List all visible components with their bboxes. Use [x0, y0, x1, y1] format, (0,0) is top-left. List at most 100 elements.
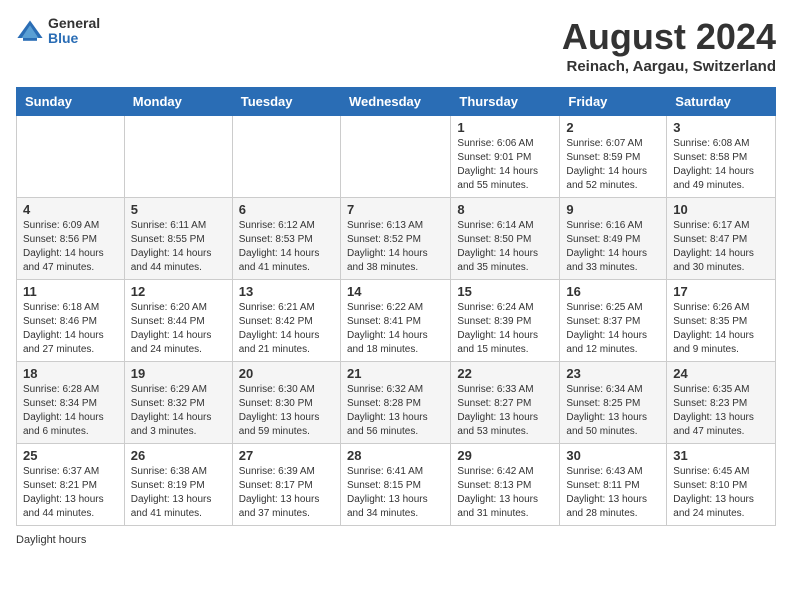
day-number: 30: [566, 448, 660, 463]
day-cell: 13 Sunrise: 6:21 AM Sunset: 8:42 PM Dayli…: [232, 280, 340, 362]
day-number: 24: [673, 366, 769, 381]
day-info: Sunrise: 6:26 AM Sunset: 8:35 PM Dayligh…: [673, 301, 769, 357]
day-info: Sunrise: 6:18 AM Sunset: 8:46 PM Dayligh…: [23, 301, 118, 357]
day-number: 4: [23, 202, 118, 217]
day-number: 13: [239, 284, 334, 299]
logo-general: General: [48, 16, 100, 31]
logo-text: General Blue: [48, 16, 100, 47]
logo-blue: Blue: [48, 31, 100, 46]
day-info: Sunrise: 6:42 AM Sunset: 8:13 PM Dayligh…: [457, 465, 553, 521]
day-cell: 8 Sunrise: 6:14 AM Sunset: 8:50 PM Daylig…: [451, 198, 560, 280]
day-info: Sunrise: 6:11 AM Sunset: 8:55 PM Dayligh…: [131, 219, 226, 275]
day-cell: 30 Sunrise: 6:43 AM Sunset: 8:11 PM Dayli…: [560, 444, 667, 526]
day-info: Sunrise: 6:13 AM Sunset: 8:52 PM Dayligh…: [347, 219, 444, 275]
day-cell: 29 Sunrise: 6:42 AM Sunset: 8:13 PM Dayli…: [451, 444, 560, 526]
day-info: Sunrise: 6:34 AM Sunset: 8:25 PM Dayligh…: [566, 383, 660, 439]
day-cell: 27 Sunrise: 6:39 AM Sunset: 8:17 PM Dayli…: [232, 444, 340, 526]
day-cell: 22Sunrise: 6:33 AM Sunset: 8:27 PM Dayli…: [451, 362, 560, 444]
day-info: Sunrise: 6:33 AM Sunset: 8:27 PM Dayligh…: [457, 383, 553, 439]
day-cell: [340, 116, 450, 198]
day-number: 29: [457, 448, 553, 463]
day-number: 6: [239, 202, 334, 217]
day-number: 17: [673, 284, 769, 299]
day-info: Sunrise: 6:28 AM Sunset: 8:34 PM Dayligh…: [23, 383, 118, 439]
day-number: 18: [23, 366, 118, 381]
week-row-1: 1Sunrise: 6:06 AM Sunset: 9:01 PM Daylig…: [17, 116, 776, 198]
day-info: Sunrise: 6:21 AM Sunset: 8:42 PM Dayligh…: [239, 301, 334, 357]
day-cell: 2Sunrise: 6:07 AM Sunset: 8:59 PM Daylig…: [560, 116, 667, 198]
day-info: Sunrise: 6:32 AM Sunset: 8:28 PM Dayligh…: [347, 383, 444, 439]
week-row-4: 18 Sunrise: 6:28 AM Sunset: 8:34 PM Dayli…: [17, 362, 776, 444]
day-info: Sunrise: 6:37 AM Sunset: 8:21 PM Dayligh…: [23, 465, 118, 521]
day-number: 9: [566, 202, 660, 217]
day-info: Sunrise: 6:09 AM Sunset: 8:56 PM Dayligh…: [23, 219, 118, 275]
logo-icon: [16, 17, 44, 45]
footer-text: Daylight hours: [16, 534, 86, 546]
day-number: 12: [131, 284, 226, 299]
day-cell: 21Sunrise: 6:32 AM Sunset: 8:28 PM Dayli…: [340, 362, 450, 444]
day-cell: 18 Sunrise: 6:28 AM Sunset: 8:34 PM Dayli…: [17, 362, 125, 444]
week-row-5: 25 Sunrise: 6:37 AM Sunset: 8:21 PM Dayli…: [17, 444, 776, 526]
day-cell: 11 Sunrise: 6:18 AM Sunset: 8:46 PM Dayli…: [17, 280, 125, 362]
day-number: 11: [23, 284, 118, 299]
day-number: 3: [673, 120, 769, 135]
day-number: 28: [347, 448, 444, 463]
day-info: Sunrise: 6:35 AM Sunset: 8:23 PM Dayligh…: [673, 383, 769, 439]
day-info: Sunrise: 6:12 AM Sunset: 8:53 PM Dayligh…: [239, 219, 334, 275]
day-cell: 15 Sunrise: 6:24 AM Sunset: 8:39 PM Dayli…: [451, 280, 560, 362]
day-cell: 9 Sunrise: 6:16 AM Sunset: 8:49 PM Daylig…: [560, 198, 667, 280]
day-number: 7: [347, 202, 444, 217]
day-info: Sunrise: 6:07 AM Sunset: 8:59 PM Dayligh…: [566, 137, 660, 193]
weekday-header-monday: Monday: [124, 88, 232, 116]
calendar: SundayMondayTuesdayWednesdayThursdayFrid…: [16, 87, 776, 526]
day-cell: 5Sunrise: 6:11 AM Sunset: 8:55 PM Daylig…: [124, 198, 232, 280]
location: Reinach, Aargau, Switzerland: [562, 58, 776, 75]
month-year: August 2024: [562, 16, 776, 58]
day-number: 8: [457, 202, 553, 217]
day-info: Sunrise: 6:16 AM Sunset: 8:49 PM Dayligh…: [566, 219, 660, 275]
week-row-2: 4 Sunrise: 6:09 AM Sunset: 8:56 PM Daylig…: [17, 198, 776, 280]
day-info: Sunrise: 6:20 AM Sunset: 8:44 PM Dayligh…: [131, 301, 226, 357]
day-info: Sunrise: 6:17 AM Sunset: 8:47 PM Dayligh…: [673, 219, 769, 275]
weekday-header-tuesday: Tuesday: [232, 88, 340, 116]
day-info: Sunrise: 6:14 AM Sunset: 8:50 PM Dayligh…: [457, 219, 553, 275]
weekday-header-sunday: Sunday: [17, 88, 125, 116]
day-number: 14: [347, 284, 444, 299]
day-cell: 17 Sunrise: 6:26 AM Sunset: 8:35 PM Dayli…: [667, 280, 776, 362]
footer-note: Daylight hours: [16, 534, 776, 546]
header: General Blue August 2024 Reinach, Aargau…: [16, 16, 776, 75]
title-section: August 2024 Reinach, Aargau, Switzerland: [562, 16, 776, 75]
day-info: Sunrise: 6:24 AM Sunset: 8:39 PM Dayligh…: [457, 301, 553, 357]
day-info: Sunrise: 6:25 AM Sunset: 8:37 PM Dayligh…: [566, 301, 660, 357]
day-info: Sunrise: 6:29 AM Sunset: 8:32 PM Dayligh…: [131, 383, 226, 439]
day-cell: 12 Sunrise: 6:20 AM Sunset: 8:44 PM Dayli…: [124, 280, 232, 362]
day-cell: 16 Sunrise: 6:25 AM Sunset: 8:37 PM Dayli…: [560, 280, 667, 362]
weekday-header-row: SundayMondayTuesdayWednesdayThursdayFrid…: [17, 88, 776, 116]
day-number: 19: [131, 366, 226, 381]
day-cell: 7 Sunrise: 6:13 AM Sunset: 8:52 PM Daylig…: [340, 198, 450, 280]
day-cell: 1Sunrise: 6:06 AM Sunset: 9:01 PM Daylig…: [451, 116, 560, 198]
day-number: 27: [239, 448, 334, 463]
day-info: Sunrise: 6:08 AM Sunset: 8:58 PM Dayligh…: [673, 137, 769, 193]
day-cell: 20Sunrise: 6:30 AM Sunset: 8:30 PM Dayli…: [232, 362, 340, 444]
day-info: Sunrise: 6:06 AM Sunset: 9:01 PM Dayligh…: [457, 137, 553, 193]
day-cell: 26Sunrise: 6:38 AM Sunset: 8:19 PM Dayli…: [124, 444, 232, 526]
day-cell: 19 Sunrise: 6:29 AM Sunset: 8:32 PM Dayli…: [124, 362, 232, 444]
day-cell: 23Sunrise: 6:34 AM Sunset: 8:25 PM Dayli…: [560, 362, 667, 444]
day-number: 10: [673, 202, 769, 217]
day-number: 15: [457, 284, 553, 299]
day-cell: 10 Sunrise: 6:17 AM Sunset: 8:47 PM Dayli…: [667, 198, 776, 280]
day-cell: 4 Sunrise: 6:09 AM Sunset: 8:56 PM Daylig…: [17, 198, 125, 280]
day-info: Sunrise: 6:39 AM Sunset: 8:17 PM Dayligh…: [239, 465, 334, 521]
day-number: 16: [566, 284, 660, 299]
day-info: Sunrise: 6:45 AM Sunset: 8:10 PM Dayligh…: [673, 465, 769, 521]
logo: General Blue: [16, 16, 100, 47]
day-cell: 28Sunrise: 6:41 AM Sunset: 8:15 PM Dayli…: [340, 444, 450, 526]
day-number: 26: [131, 448, 226, 463]
week-row-3: 11 Sunrise: 6:18 AM Sunset: 8:46 PM Dayli…: [17, 280, 776, 362]
day-info: Sunrise: 6:22 AM Sunset: 8:41 PM Dayligh…: [347, 301, 444, 357]
day-cell: 6 Sunrise: 6:12 AM Sunset: 8:53 PM Daylig…: [232, 198, 340, 280]
day-cell: [124, 116, 232, 198]
day-number: 25: [23, 448, 118, 463]
day-info: Sunrise: 6:43 AM Sunset: 8:11 PM Dayligh…: [566, 465, 660, 521]
